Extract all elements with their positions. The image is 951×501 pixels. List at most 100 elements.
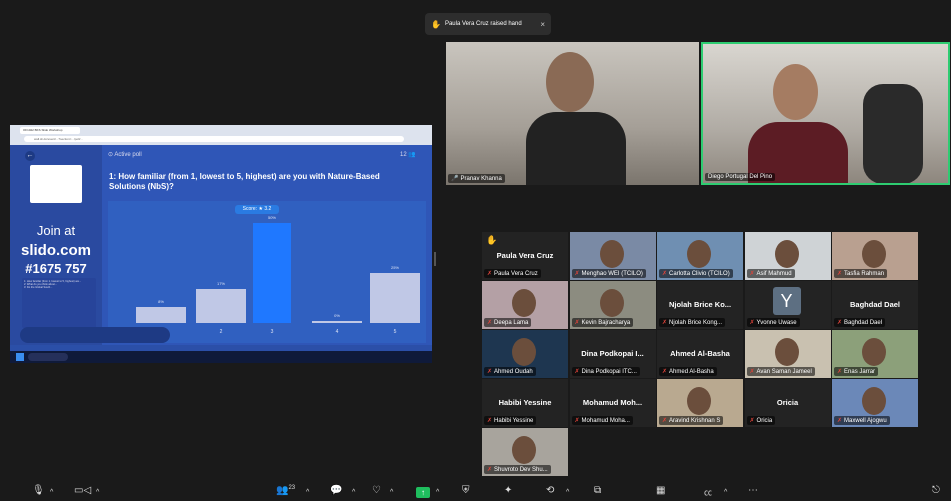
participant-name: ✗ Oricia — [746, 416, 776, 425]
gallery-tile[interactable]: Dina Podkopai I... ✗ Dina Podkopai ITC... — [569, 330, 656, 378]
chevron-up-icon[interactable]: ^ — [724, 489, 727, 496]
leave-meeting-icon[interactable]: ⎋ — [932, 485, 940, 496]
back-arrow-icon[interactable]: ← — [25, 151, 35, 161]
participant-face — [512, 338, 536, 366]
participant-name-text: Pranav Khanna — [460, 176, 502, 182]
chat-icon[interactable]: 💬 — [330, 485, 342, 496]
chevron-up-icon[interactable]: ^ — [352, 489, 355, 496]
mic-muted-icon: ✗ — [837, 320, 843, 326]
ai-companion-icon[interactable]: ✦ — [504, 485, 512, 496]
participant-name-text: Ahmed Al-Basha — [669, 369, 714, 375]
poll-question: 1: How familiar (from 1, lowest to 5, hi… — [109, 172, 380, 191]
close-icon[interactable]: × — [540, 20, 545, 29]
mic-muted-icon: ✗ — [574, 418, 580, 424]
raised-hand-icon: ✋ — [486, 235, 498, 245]
chart-value-label: 17% — [217, 281, 225, 286]
mic-muted-icon: ✗ — [574, 369, 580, 375]
participant-display-name: Dina Podkopai I... — [581, 349, 644, 358]
gallery-view: Paula Vera Cruz ✋ ✗ Paula Vera Cruz ✗ Menghao… — [482, 232, 919, 478]
gallery-tile[interactable]: ✗ Menghao WEI (TCILO) — [569, 232, 656, 280]
participant-face — [512, 436, 536, 464]
notification-text: Paula Vera Cruz raised hand — [444, 21, 522, 27]
participant-name-text: Oricia — [756, 418, 773, 424]
participant-face — [687, 240, 711, 268]
participant-name-text: Deepa Lama — [494, 320, 529, 326]
gallery-tile[interactable]: ✗ Enas Jarrar — [832, 330, 918, 378]
chevron-up-icon[interactable]: ^ — [50, 489, 53, 496]
participant-name-text: Ahmed Oudah — [494, 369, 533, 375]
taskbar-search[interactable] — [28, 353, 68, 361]
video-tile-diego[interactable]: Diego Portugal Del Pino — [701, 42, 950, 185]
gallery-tile[interactable]: ✗ Deepa Lama — [482, 281, 568, 329]
participant-name: ✗ Yvonne Uwase — [746, 318, 800, 327]
score-badge: Score: ★ 3.2 — [235, 205, 279, 214]
gallery-tile[interactable]: Ahmed Al-Basha ✗ Ahmed Al-Basha — [657, 330, 743, 378]
chevron-up-icon[interactable]: ^ — [436, 489, 439, 496]
participant-face — [599, 240, 624, 268]
chevron-up-icon[interactable]: ^ — [96, 489, 99, 496]
video-camera-icon[interactable]: ▭◁ — [74, 485, 91, 496]
participant-name: ✗ Tasfia Rahman — [834, 269, 888, 278]
gallery-tile[interactable]: ✗ Aravind Krishnan S — [657, 379, 743, 427]
participant-name-text: Asif Mahmud — [756, 271, 792, 277]
gallery-tile[interactable]: Baghdad Dael ✗ Baghdad Dael — [832, 281, 918, 329]
gallery-tile[interactable]: Habibi Yessine ✗ Habibi Yessine — [482, 379, 568, 427]
participant-face — [862, 240, 886, 268]
participant-name: ✗ Aravind Krishnan S — [659, 416, 724, 425]
captions-icon[interactable]: ㏄ — [704, 487, 712, 498]
more-options-icon[interactable]: ⋯ — [748, 485, 758, 496]
gallery-tile[interactable]: ✗ Shuvroto Dev Shu... — [482, 428, 568, 476]
participant-name: ✗ Dina Podkopai ITC... — [571, 367, 640, 376]
participant-name-text: Paula Vera Cruz — [494, 271, 538, 277]
record-icon[interactable]: ⟲ — [546, 485, 554, 496]
mic-muted-icon: ✗ — [662, 271, 668, 277]
windows-start-icon[interactable] — [16, 353, 24, 361]
chevron-up-icon[interactable]: ^ — [306, 489, 309, 496]
participant-name: ✗ Paula Vera Cruz — [484, 269, 541, 278]
split-handle[interactable] — [434, 252, 436, 266]
browser-url[interactable]: wall.sli.do/event/...?section=.../poll/.… — [24, 136, 404, 142]
whiteboard-icon[interactable]: ⧉ — [594, 485, 601, 496]
gallery-tile[interactable]: ✗ Maxwell Ajogwu — [832, 379, 918, 427]
participant-count-value: 12 — [400, 152, 407, 158]
mic-muted-icon: ✗ — [487, 467, 493, 473]
mic-muted-icon: ✗ — [487, 418, 493, 424]
gallery-tile[interactable]: Paula Vera Cruz ✋ ✗ Paula Vera Cruz — [482, 232, 568, 280]
presenter-controls[interactable] — [20, 327, 170, 343]
video-tile-pranav[interactable]: 🎤 Pranav Khanna — [446, 42, 699, 185]
microphone-icon[interactable]: 🎙 — [32, 485, 45, 496]
mic-muted-icon: ✗ — [662, 418, 668, 424]
reactions-icon[interactable]: ♡ — [372, 485, 381, 496]
gallery-tile[interactable]: ✗ Ahmed Oudah — [482, 330, 568, 378]
gallery-tile[interactable]: ✗ Avan Saman Jameel — [744, 330, 831, 378]
gallery-tile[interactable]: ✗ Tasfia Rahman — [832, 232, 918, 280]
mic-muted-icon: ✗ — [749, 271, 755, 277]
apps-icon[interactable]: ▦ — [656, 485, 665, 496]
participants-icon[interactable]: 👥23 — [276, 485, 295, 496]
browser-bar: OF1022 BKS Slido Workshop wall.sli.do/ev… — [10, 125, 432, 145]
chart-value-label: 8% — [158, 299, 164, 304]
gallery-tile[interactable]: Mohamud Moh... ✗ Mohamud Moha... — [569, 379, 656, 427]
gallery-tile[interactable]: ✗ Kevin Bajracharya — [569, 281, 656, 329]
mic-muted-icon: ✗ — [749, 320, 755, 326]
participant-name: ✗ Kevin Bajracharya — [571, 318, 634, 327]
event-logo — [30, 165, 82, 203]
gallery-tile[interactable]: ✗ Asif Mahmud — [744, 232, 831, 280]
chart-bar — [253, 223, 291, 323]
active-poll-label: ⊙ Active poll — [108, 152, 142, 158]
chart-category-label: 2 — [220, 329, 223, 335]
participant-face — [774, 338, 799, 366]
browser-tab[interactable]: OF1022 BKS Slido Workshop — [20, 127, 80, 134]
gallery-tile[interactable]: Oricia ✗ Oricia — [744, 379, 831, 427]
share-screen-icon[interactable]: ↑ — [416, 487, 430, 498]
chevron-up-icon[interactable]: ^ — [566, 489, 569, 496]
security-shield-icon[interactable]: ⛨ — [462, 485, 470, 496]
gallery-tile[interactable]: ✗ Carlotta Clivio (TCILO) — [657, 232, 743, 280]
participant-face — [862, 338, 886, 366]
participant-name: ✗ Mohamud Moha... — [571, 416, 633, 425]
gallery-tile[interactable]: Y ✗ Yvonne Uwase — [744, 281, 831, 329]
chart-bar — [136, 307, 186, 323]
gallery-tile[interactable]: Njolah Brice Ko... ✗ Njolah Brice Kong... — [657, 281, 743, 329]
chevron-up-icon[interactable]: ^ — [390, 489, 393, 496]
participant-name-text: Avan Saman Jameel — [756, 369, 812, 375]
